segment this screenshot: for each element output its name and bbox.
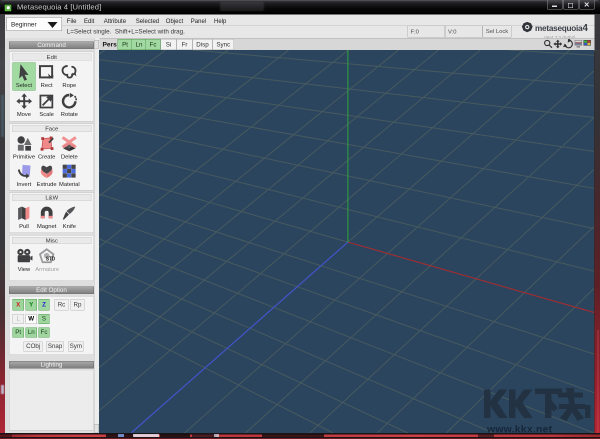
svg-text:STD: STD [46, 256, 55, 262]
